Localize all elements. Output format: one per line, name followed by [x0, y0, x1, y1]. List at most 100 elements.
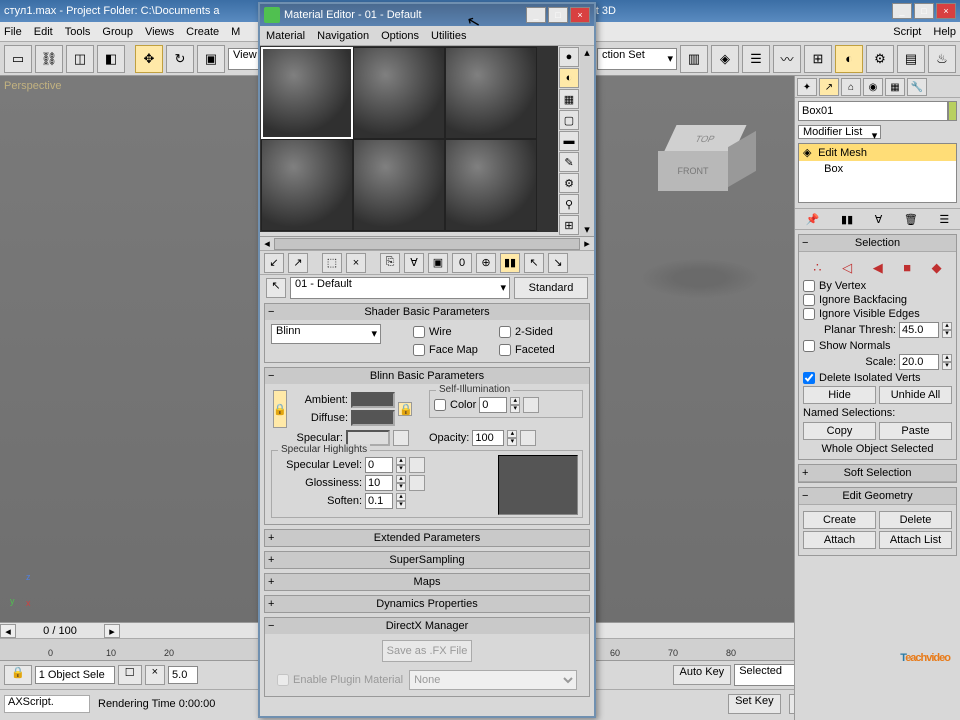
maps-head[interactable]: +Maps [265, 574, 589, 590]
reset-map-button[interactable]: × [346, 253, 366, 273]
time-prev-button[interactable]: ◂ [0, 624, 16, 638]
sample-type-button[interactable]: ● [559, 47, 579, 67]
stack-box[interactable]: Box [799, 161, 956, 177]
align-tool[interactable]: ◈ [711, 45, 739, 73]
object-color-swatch[interactable] [948, 101, 957, 121]
viewcube[interactable]: TOP FRONT [640, 115, 780, 235]
selfillum-map-button[interactable] [523, 397, 539, 413]
clear-button[interactable]: ☐ [118, 665, 142, 685]
delete-button[interactable]: Delete [879, 511, 952, 529]
ignore-backfacing-checkbox[interactable]: Ignore Backfacing [803, 294, 952, 306]
directx-head[interactable]: −DirectX Manager [265, 618, 589, 634]
show-normals-checkbox[interactable]: Show Normals [803, 340, 952, 352]
hide-button[interactable]: Hide [803, 386, 876, 404]
utilities-tab[interactable]: 🔧 [907, 78, 927, 96]
sample-uv-button[interactable]: ▢ [559, 110, 579, 130]
scale-tool[interactable]: ▣ [197, 45, 225, 73]
assign-to-sel-button[interactable]: ⬚ [322, 253, 342, 273]
spec-level-map-button[interactable] [409, 457, 425, 473]
mat-menu-options[interactable]: Options [381, 30, 419, 42]
hierarchy-tab[interactable]: ⌂ [841, 78, 861, 96]
shader-basic-head[interactable]: −Shader Basic Parameters [265, 304, 589, 320]
menu-tools[interactable]: Tools [65, 26, 91, 38]
opacity-map-button[interactable] [520, 430, 536, 446]
make-preview-button[interactable]: ✎ [559, 152, 579, 172]
menu-edit[interactable]: Edit [34, 26, 53, 38]
unhide-all-button[interactable]: Unhide All [879, 386, 952, 404]
material-name-dropdown[interactable]: 01 - Default [290, 277, 510, 299]
vertex-mode-icon[interactable]: ∴ [813, 260, 821, 276]
selection-set-dropdown[interactable]: ction Set [597, 48, 677, 70]
diffuse-swatch[interactable] [351, 410, 395, 426]
modifier-list-dropdown[interactable]: Modifier List [798, 125, 881, 139]
attach-button[interactable]: Attach [803, 531, 876, 549]
x-button[interactable]: × [145, 665, 165, 685]
lock-selection-button[interactable]: 🔒 [4, 665, 32, 685]
spinner-field[interactable] [168, 666, 198, 684]
menu-create[interactable]: Create [186, 26, 219, 38]
show-result-button[interactable]: ▮▮ [841, 213, 853, 226]
select-tool[interactable]: ▭ [4, 45, 32, 73]
specular-map-button[interactable] [393, 430, 409, 446]
script-field[interactable]: AXScript. [4, 695, 90, 713]
select-window-tool[interactable]: ◧ [97, 45, 125, 73]
menu-truncated[interactable]: M [231, 26, 240, 38]
maximize-button[interactable]: □ [914, 3, 934, 19]
color-checkbox[interactable]: Color [434, 399, 476, 411]
teapot-tool[interactable]: ♨ [928, 45, 956, 73]
stack-edit-mesh[interactable]: ◈ Edit Mesh [799, 144, 956, 161]
ignore-visible-edges-checkbox[interactable]: Ignore Visible Edges [803, 308, 952, 320]
sample-slot-4[interactable] [261, 139, 353, 231]
mat-menu-utilities[interactable]: Utilities [431, 30, 466, 42]
ambient-diffuse-lock[interactable]: 🔒 [273, 390, 287, 428]
put-to-scene-button[interactable]: ↗ [288, 253, 308, 273]
ambient-swatch[interactable] [351, 392, 395, 408]
extended-params-head[interactable]: +Extended Parameters [265, 530, 589, 546]
modifier-stack[interactable]: ◈ Edit Mesh Box [798, 143, 957, 203]
make-unique-mat-button[interactable]: ∀ [404, 253, 424, 273]
pin-stack-button[interactable]: 📌 [806, 213, 820, 226]
sample-slot-6[interactable] [445, 139, 537, 231]
mat-close-button[interactable]: × [570, 7, 590, 23]
motion-tab[interactable]: ◉ [863, 78, 883, 96]
shader-dropdown[interactable]: Blinn [271, 324, 381, 344]
video-color-button[interactable]: ▬ [559, 131, 579, 151]
rotate-tool[interactable]: ↻ [166, 45, 194, 73]
scale-dn[interactable]: ▾ [942, 362, 952, 370]
material-editor-tool[interactable]: ◐ [835, 45, 863, 73]
pick-material-button[interactable]: ↖ [266, 278, 286, 298]
remove-mod-button[interactable]: 🗑 [904, 213, 918, 226]
mat-maximize-button[interactable]: □ [548, 7, 568, 23]
select-region-tool[interactable]: ◫ [66, 45, 94, 73]
scale-input[interactable] [899, 354, 939, 370]
put-to-lib-button[interactable]: ▣ [428, 253, 448, 273]
spec-level-input[interactable] [365, 457, 393, 473]
soften-input[interactable] [365, 493, 393, 509]
menu-views[interactable]: Views [145, 26, 174, 38]
make-copy-button[interactable]: ⎘ [380, 253, 400, 273]
render-setup-tool[interactable]: ⚙ [866, 45, 894, 73]
blinn-basic-head[interactable]: −Blinn Basic Parameters [265, 368, 589, 384]
sample-slot-3[interactable] [445, 47, 537, 139]
two-sided-checkbox[interactable]: 2-Sided [499, 326, 583, 338]
attach-list-button[interactable]: Attach List [879, 531, 952, 549]
planar-up[interactable]: ▴ [942, 322, 952, 330]
gloss-map-button[interactable] [409, 475, 425, 491]
copy-sel-button[interactable]: Copy [803, 422, 876, 440]
time-next-button[interactable]: ▸ [104, 624, 120, 638]
curve-editor-tool[interactable]: 〰 [773, 45, 801, 73]
checker-bg-button[interactable]: ▦ [559, 89, 579, 109]
minimize-button[interactable]: _ [892, 3, 912, 19]
scale-up[interactable]: ▴ [942, 354, 952, 362]
faceted-checkbox[interactable]: Faceted [499, 344, 583, 356]
selection-rollup-head[interactable]: −Selection [799, 235, 956, 252]
material-type-button[interactable]: Standard [514, 277, 588, 299]
create-tab[interactable]: ✦ [797, 78, 817, 96]
material-editor-titlebar[interactable]: Material Editor - 01 - Default _ □ × [260, 4, 594, 26]
object-name-input[interactable] [798, 101, 948, 121]
mat-id-button[interactable]: 0 [452, 253, 472, 273]
supersampling-head[interactable]: +SuperSampling [265, 552, 589, 568]
slot-hscroll[interactable]: ◂▸ [260, 237, 594, 251]
mirror-tool[interactable]: ▥ [680, 45, 708, 73]
edge-mode-icon[interactable]: ◁ [842, 260, 852, 276]
